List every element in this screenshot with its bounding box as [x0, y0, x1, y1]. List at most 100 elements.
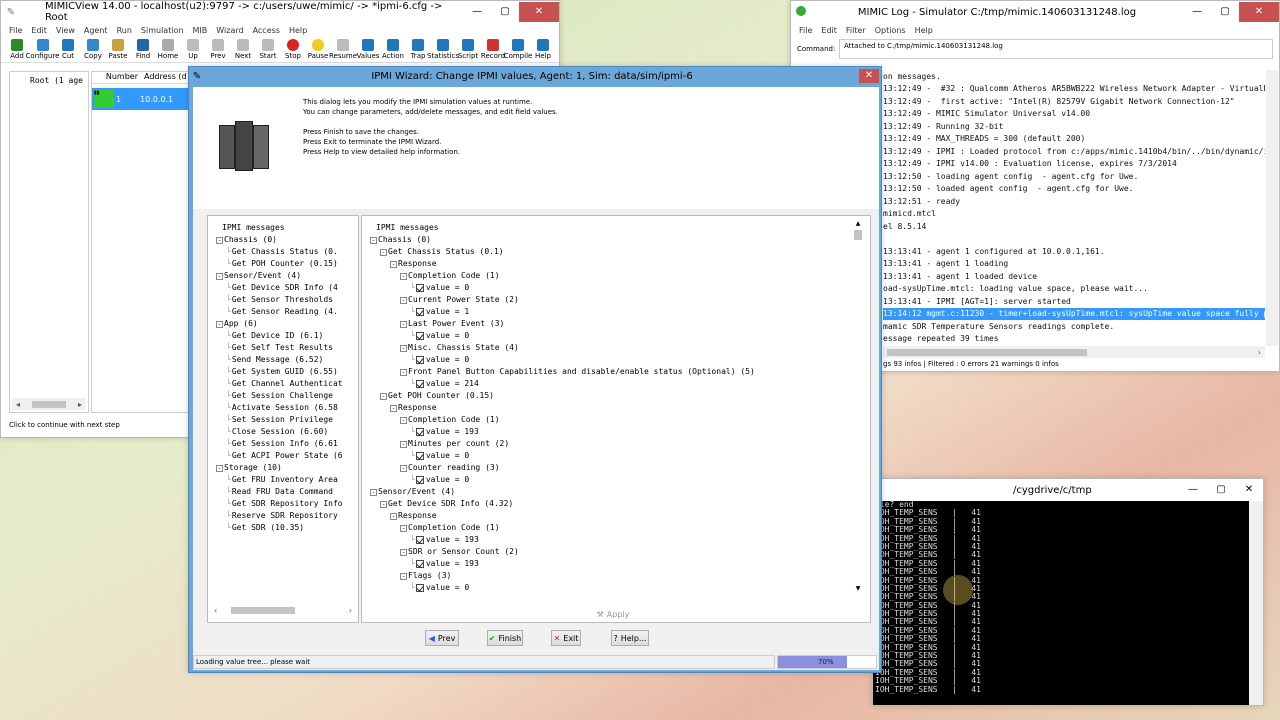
left-tree-hscroll[interactable]: ‹ ›: [210, 604, 356, 616]
log-menu-edit[interactable]: Edit: [821, 26, 837, 35]
tree-node[interactable]: └ Get System GUID (6.55): [212, 366, 352, 378]
tree-node[interactable]: └ value = 0: [366, 354, 846, 366]
tree-node[interactable]: IPMI messages: [212, 222, 352, 234]
tree-node[interactable]: └ value = 214: [366, 378, 846, 390]
tree-node[interactable]: - Last Power Event (3): [366, 318, 846, 330]
log-maximize-button[interactable]: ▢: [1211, 2, 1239, 22]
tree-node[interactable]: - Sensor/Event (4): [212, 270, 352, 282]
tree-node[interactable]: - Completion Code (1): [366, 414, 846, 426]
tree-node[interactable]: - Minutes per count (2): [366, 438, 846, 450]
log-menu-file[interactable]: File: [799, 26, 812, 35]
term-maximize-button[interactable]: ▢: [1207, 480, 1235, 500]
tree-node[interactable]: - Response: [366, 402, 846, 414]
toolbar-compile-button[interactable]: Compile: [504, 39, 532, 60]
toolbar-up-button[interactable]: Up: [181, 39, 205, 60]
toolbar-record-button[interactable]: Record: [481, 39, 505, 60]
tree-node[interactable]: - SDR or Sensor Count (2): [366, 546, 846, 558]
tree-node[interactable]: - Storage (10): [212, 462, 352, 474]
menu-mib[interactable]: MIB: [193, 26, 208, 35]
tree-node[interactable]: └ Activate Session (6.58: [212, 402, 352, 414]
tree-node[interactable]: └ value = 193: [366, 534, 846, 546]
finish-button[interactable]: ✔ Finish: [487, 630, 523, 646]
tree-node[interactable]: - Get Chassis Status (0.1): [366, 246, 846, 258]
toolbar-start-button[interactable]: Start: [256, 39, 280, 60]
menu-simulation[interactable]: Simulation: [141, 26, 184, 35]
expand-toggle-icon[interactable]: -: [380, 248, 387, 256]
toolbar-prev-button[interactable]: Prev: [206, 39, 230, 60]
tree-node[interactable]: └ Get Sensor Reading (4.: [212, 306, 352, 318]
tree-node[interactable]: - Counter reading (3): [366, 462, 846, 474]
tree-node[interactable]: └ value = 0: [366, 282, 846, 294]
tree-node[interactable]: - App (6): [212, 318, 352, 330]
tree-node[interactable]: └ Get POH Counter (0.15): [212, 258, 352, 270]
toolbar-paste-button[interactable]: Paste: [106, 39, 130, 60]
menu-file[interactable]: File: [9, 26, 22, 35]
close-button[interactable]: ✕: [519, 2, 559, 22]
checkbox-icon[interactable]: [415, 308, 424, 316]
tree-node[interactable]: IPMI messages: [366, 222, 846, 234]
menu-edit[interactable]: Edit: [31, 26, 47, 35]
tree-node[interactable]: - Chassis (0): [212, 234, 352, 246]
expand-toggle-icon[interactable]: -: [216, 464, 223, 472]
exit-button[interactable]: ✕ Exit: [551, 630, 581, 646]
toolbar-cut-button[interactable]: Cut: [56, 39, 80, 60]
toolbar-home-button[interactable]: Home: [156, 39, 180, 60]
tree-node[interactable]: └ value = 0: [366, 582, 846, 594]
log-menu-options[interactable]: Options: [875, 26, 906, 35]
tree-node[interactable]: - Response: [366, 510, 846, 522]
log-vscroll[interactable]: [1266, 70, 1278, 346]
expand-toggle-icon[interactable]: -: [216, 272, 223, 280]
menu-run[interactable]: Run: [117, 26, 132, 35]
tree-node[interactable]: └ Get Session Info (6.61: [212, 438, 352, 450]
tree-node[interactable]: - Front Panel Button Capabilities and dis…: [366, 366, 846, 378]
log-menu-filter[interactable]: Filter: [846, 26, 866, 35]
tree-node[interactable]: └ Get Device ID (6.1): [212, 330, 352, 342]
minimize-button[interactable]: —: [463, 2, 491, 22]
expand-toggle-icon[interactable]: -: [380, 500, 387, 508]
apply-button[interactable]: ⚒ Apply: [594, 606, 632, 622]
table-row[interactable]: ▮▮ 1 10.0.0.1: [92, 88, 190, 110]
command-field[interactable]: Attached to C:/tmp/mimic.140603131248.lo…: [839, 39, 1273, 59]
expand-toggle-icon[interactable]: -: [370, 236, 377, 244]
tree-node[interactable]: └ Get Channel Authenticat: [212, 378, 352, 390]
expand-toggle-icon[interactable]: -: [400, 320, 407, 328]
tree-node[interactable]: └ value = 193: [366, 426, 846, 438]
log-menu-help[interactable]: Help: [915, 26, 933, 35]
tree-node[interactable]: └ value = 0: [366, 450, 846, 462]
tree-node[interactable]: - Sensor/Event (4): [366, 486, 846, 498]
tree-node[interactable]: - Get POH Counter (0.15): [366, 390, 846, 402]
expand-toggle-icon[interactable]: -: [380, 392, 387, 400]
tree-node[interactable]: └ value = 1: [366, 306, 846, 318]
tree-node[interactable]: └ Set Session Privilege: [212, 414, 352, 426]
tree-node[interactable]: - Current Power State (2): [366, 294, 846, 306]
menu-help[interactable]: Help: [289, 26, 307, 35]
toolbar-pause-button[interactable]: Pause: [306, 39, 330, 60]
terminal-vscroll[interactable]: [1249, 501, 1263, 705]
expand-toggle-icon[interactable]: -: [400, 416, 407, 424]
tree-node[interactable]: └ Get Session Challenge: [212, 390, 352, 402]
tree-node[interactable]: └ Get Device SDR Info (4: [212, 282, 352, 294]
tree-node[interactable]: - Get Device SDR Info (4.32): [366, 498, 846, 510]
tree-node[interactable]: └ Get SDR Repository Info: [212, 498, 352, 510]
expand-toggle-icon[interactable]: -: [390, 260, 397, 268]
tree-node[interactable]: └ Get Chassis Status (0.: [212, 246, 352, 258]
tree-root[interactable]: Root (1 age: [10, 72, 88, 85]
col-address[interactable]: Address (d: [140, 72, 187, 83]
message-tree[interactable]: IPMI messages - Chassis (0) └ Get Chassis St…: [212, 222, 352, 534]
wizard-close-button[interactable]: ✕: [859, 69, 879, 83]
expand-toggle-icon[interactable]: -: [390, 512, 397, 520]
tree-node[interactable]: - Flags (3): [366, 570, 846, 582]
tree-node[interactable]: - Chassis (0): [366, 234, 846, 246]
expand-toggle-icon[interactable]: -: [400, 440, 407, 448]
log-hscroll[interactable]: ›: [883, 346, 1265, 358]
expand-toggle-icon[interactable]: -: [216, 320, 223, 328]
expand-toggle-icon[interactable]: -: [400, 524, 407, 532]
checkbox-icon[interactable]: [415, 584, 424, 592]
value-tree[interactable]: IPMI messages - Chassis (0) - Get Chassis St…: [366, 222, 846, 594]
checkbox-icon[interactable]: [415, 560, 424, 568]
checkbox-icon[interactable]: [415, 536, 424, 544]
tree-node[interactable]: - Completion Code (1): [366, 270, 846, 282]
tree-node[interactable]: └ Send Message (6.52): [212, 354, 352, 366]
checkbox-icon[interactable]: [415, 428, 424, 436]
col-number[interactable]: Number: [92, 72, 140, 83]
